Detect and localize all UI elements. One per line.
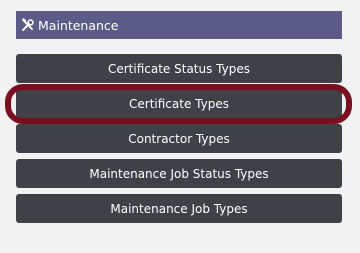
certificate-types-button[interactable]: Certificate Types [16, 89, 342, 118]
maintenance-job-types-button[interactable]: Maintenance Job Types [16, 194, 342, 223]
panel-header: Maintenance [16, 11, 342, 39]
certificate-status-types-button[interactable]: Certificate Status Types [16, 54, 342, 83]
button-label: Certificate Types [129, 96, 229, 111]
maintenance-panel: Maintenance Certificate Status Types Cer… [0, 0, 360, 253]
button-label: Maintenance Job Types [110, 201, 248, 216]
button-label: Contractor Types [128, 131, 230, 146]
maintenance-job-status-types-button[interactable]: Maintenance Job Status Types [16, 159, 342, 188]
tools-icon [20, 17, 36, 33]
button-label: Maintenance Job Status Types [89, 166, 269, 181]
contractor-types-button[interactable]: Contractor Types [16, 124, 342, 153]
panel-title: Maintenance [38, 17, 119, 33]
button-label: Certificate Status Types [107, 61, 250, 76]
